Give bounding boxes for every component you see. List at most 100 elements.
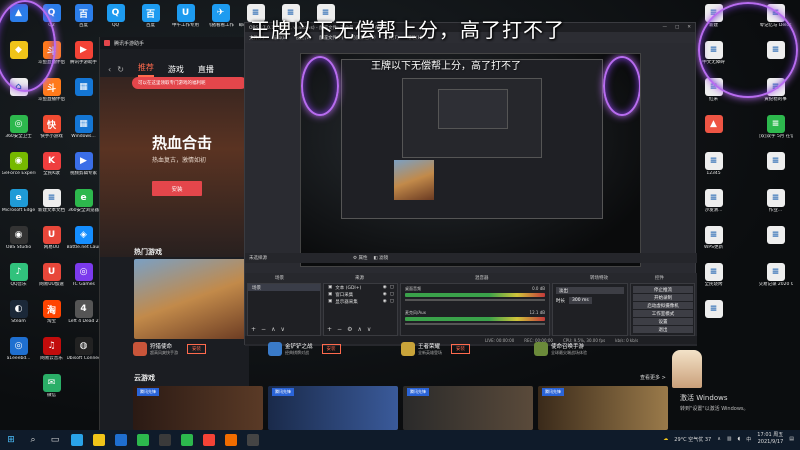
volume-icon[interactable]: ◖ xyxy=(738,436,741,442)
control-button[interactable]: 启动虚拟摄像机 xyxy=(633,302,693,309)
wechat-taskbar-icon[interactable] xyxy=(181,434,193,446)
up-icon[interactable]: ∧ xyxy=(271,326,275,333)
game-row-3[interactable]: 王者荣耀 全新英雄登场 安装 xyxy=(401,342,470,356)
hero-banner[interactable]: 可以在这里领取专门游戏的福利呢 热血合击 热血复古，激情如初 安装 xyxy=(100,77,250,257)
desktop-icon[interactable]: ≡ xyxy=(760,226,791,260)
scene-item[interactable]: 场景 xyxy=(248,284,320,291)
duration-input[interactable]: 300 ms xyxy=(569,297,592,304)
desktop-icon[interactable]: 淘淘宝 xyxy=(36,300,67,334)
edge-taskbar-icon[interactable] xyxy=(71,434,83,446)
promo-pill[interactable]: 可以在这里领取专门游戏的福利呢 xyxy=(132,77,247,89)
cloud-games-more-link[interactable]: 查看更多 > xyxy=(640,374,666,381)
game-row-4[interactable]: 使命召唤手游 全球最尖端战场体验 xyxy=(534,342,587,356)
desktop-icon[interactable]: 4 Left 4 Dead 2 xyxy=(68,300,99,334)
hero-install-button[interactable]: 安装 xyxy=(152,181,202,196)
app-taskbar-icon[interactable] xyxy=(159,434,171,446)
visibility-icon[interactable]: ◉ xyxy=(383,299,387,304)
desktop-icon[interactable]: ◐ Steam xyxy=(3,300,34,334)
source-up-icon[interactable]: ∧ xyxy=(357,326,361,333)
game-install-button[interactable]: 安装 xyxy=(321,344,341,354)
down-icon[interactable]: ∨ xyxy=(280,326,284,333)
lock-icon[interactable]: ▢ xyxy=(390,285,394,290)
control-button[interactable]: 开始录制 xyxy=(633,294,693,301)
desktop-icon[interactable]: ≡ xyxy=(698,300,729,334)
desktop-icon[interactable]: ≡交易记录 2020 0623 xyxy=(759,263,793,297)
properties-button[interactable]: ⚙ 属性 xyxy=(353,255,367,261)
desktop-icon[interactable]: Q QQ xyxy=(100,4,131,38)
desktop-icon[interactable]: ◍ Ubisoft Connect xyxy=(67,337,101,371)
maximize-icon[interactable]: □ xyxy=(675,25,679,30)
mixer-channel-2-slider[interactable] xyxy=(405,323,545,325)
desktop-icon[interactable]: ▦ Windows... xyxy=(68,115,99,149)
refresh-icon[interactable]: ↻ xyxy=(117,65,124,74)
control-button[interactable]: 退出 xyxy=(633,326,693,333)
game-row-2[interactable]: 金铲铲之战 经典棋牌对战 安装 xyxy=(268,342,341,356)
desktop-icon[interactable]: K 全民K歌 xyxy=(36,152,67,186)
transition-select[interactable]: 淡出 xyxy=(556,287,624,294)
source-item[interactable]: ▣ 显示器采集 ◉ ▢ xyxy=(324,298,397,305)
desktop-icon[interactable]: ◉GeForce Experience xyxy=(2,152,36,186)
clock[interactable]: 17:01 周五 2021/9/17 xyxy=(757,432,783,446)
desktop-icon[interactable]: ≡ 沙发清... xyxy=(698,189,729,223)
desktop-icon[interactable]: ◎ a1eeebd... xyxy=(3,337,34,371)
add-source-icon[interactable]: + xyxy=(327,326,332,333)
desktop-icon[interactable]: e 360安全浏览器 xyxy=(68,189,99,223)
visibility-icon[interactable]: ◉ xyxy=(383,292,387,297)
desktop-icon[interactable]: U 中午工作专用 xyxy=(170,4,201,38)
explorer-taskbar-icon[interactable] xyxy=(93,434,105,446)
visibility-icon[interactable]: ◉ xyxy=(383,285,387,290)
desktop-icon[interactable]: ♫ 网易云音乐 xyxy=(36,337,67,371)
desktop-icon[interactable]: ≡ 新建文本文档 xyxy=(36,189,67,223)
game-assistant-taskbar-icon[interactable] xyxy=(203,434,215,446)
desktop-icon[interactable]: ♪ QQ音乐 xyxy=(3,263,34,297)
desktop-icon[interactable]: ✈ 飞猪看看工作 xyxy=(205,4,236,38)
desktop-icon[interactable]: ◎ 360安全卫士 xyxy=(3,115,34,149)
back-icon[interactable]: ‹ xyxy=(108,65,111,74)
notification-icon[interactable]: ▤ xyxy=(789,436,794,442)
source-item[interactable]: ▣ 窗口采集 ◉ ▢ xyxy=(324,291,397,298)
desktop-icon[interactable]: 百百度 xyxy=(135,4,166,38)
desktop-icon[interactable]: ≡[双]双字 5月 在信理局版 xyxy=(759,115,793,149)
remove-source-icon[interactable]: − xyxy=(337,326,342,333)
desktop-icon[interactable]: ≡ xyxy=(760,152,791,186)
desktop-icon[interactable]: ▦ xyxy=(68,78,99,112)
search-icon[interactable]: ⌕ xyxy=(27,434,39,446)
tab-live[interactable]: 直播 xyxy=(198,64,214,75)
start-icon[interactable]: ⊞ xyxy=(5,434,17,446)
control-button[interactable]: 设置 xyxy=(633,318,693,325)
desktop-icon[interactable]: U 网易UU加速 xyxy=(36,263,67,297)
desktop-icon[interactable]: 百百度 xyxy=(68,4,99,38)
obs-preview[interactable]: 王牌以下无偿帮上分，高了打不了 xyxy=(300,53,641,267)
desktop-icon[interactable]: ≡ 12345 xyxy=(698,152,729,186)
game-install-button[interactable]: 安装 xyxy=(451,344,470,354)
ime-indicator[interactable]: 中 xyxy=(746,436,751,443)
control-button[interactable]: 工作室模式 xyxy=(633,310,693,317)
filters-button[interactable]: ◧ 滤镜 xyxy=(373,255,388,261)
lock-icon[interactable]: ▢ xyxy=(390,292,394,297)
hot-game-banner[interactable] xyxy=(134,259,250,339)
weather-text[interactable]: 29°C 空气优 37 xyxy=(674,436,711,443)
desktop-icon[interactable]: ▶ 视频剪辑专家 xyxy=(68,152,99,186)
desktop-icon[interactable]: ≡ WPS更新 xyxy=(698,226,729,260)
desktop-icon[interactable]: ✉ 微信 xyxy=(36,374,67,408)
tray-arrow-icon[interactable]: ∧ xyxy=(717,436,721,442)
game-row-1[interactable]: 狩猎使命 超高风爽快手游 安装 xyxy=(133,342,206,356)
task-view-icon[interactable]: ▭ xyxy=(49,434,61,446)
close-icon[interactable]: ✕ xyxy=(687,25,691,30)
tab-recommend[interactable]: 推荐 xyxy=(137,62,154,77)
source-down-icon[interactable]: ∨ xyxy=(367,326,371,333)
desktop-icon[interactable]: ≡ 作业... xyxy=(760,189,791,223)
desktop-icon[interactable]: ≡ 全民烧烤 xyxy=(698,263,729,297)
desktop-icon[interactable]: e Microsoft Edge xyxy=(2,189,35,223)
remove-icon[interactable]: − xyxy=(261,326,266,333)
network-icon[interactable]: ▥ xyxy=(727,436,732,442)
mixer-channel-1-slider[interactable] xyxy=(405,299,545,301)
desktop-icon[interactable]: ▲ xyxy=(698,115,729,149)
lock-icon[interactable]: ▢ xyxy=(390,299,394,304)
source-item[interactable]: ▣ 文本 (GDI+) ◉ ▢ xyxy=(324,284,397,291)
weather-icon[interactable]: ☁ xyxy=(663,436,668,442)
control-button[interactable]: 停止推流 xyxy=(633,286,693,293)
add-icon[interactable]: + xyxy=(251,326,256,333)
douyu-taskbar-icon[interactable] xyxy=(225,434,237,446)
app-taskbar-icon[interactable] xyxy=(137,434,149,446)
